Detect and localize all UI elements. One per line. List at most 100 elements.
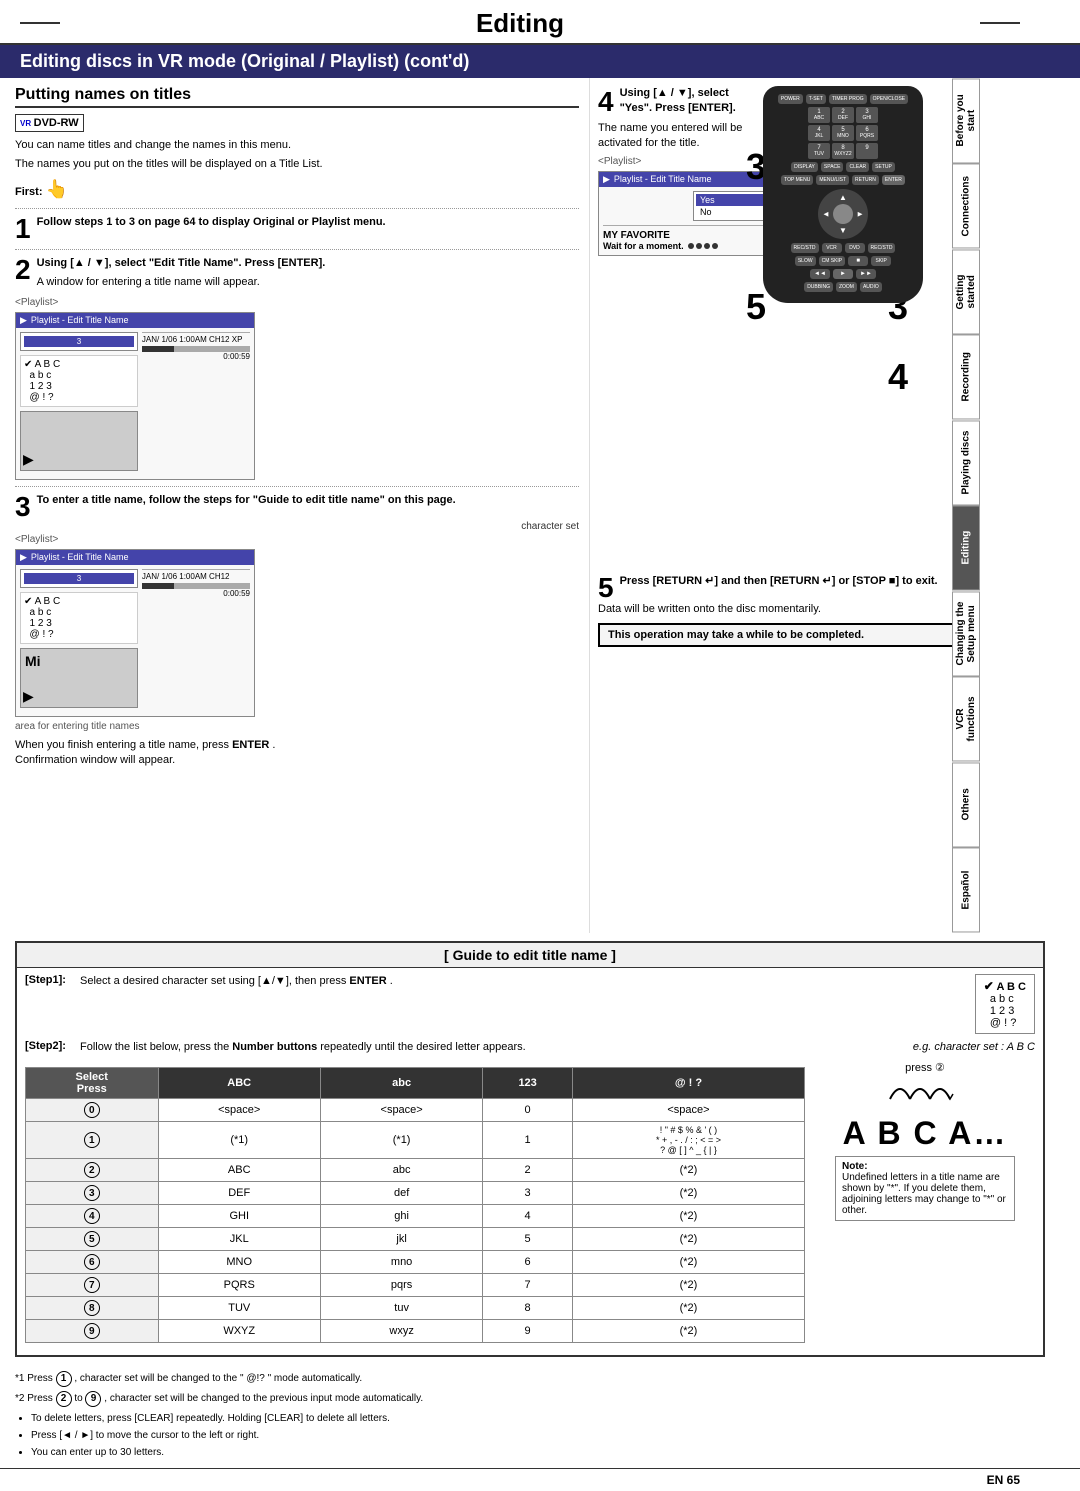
btn-2[interactable]: 2DEF [832, 107, 854, 123]
ff-btn[interactable]: ►► [856, 269, 876, 279]
cm-skip-btn[interactable]: CM SKIP [819, 256, 846, 266]
table-row: 0 <space> <space> 0 <space> [26, 1099, 805, 1122]
rew-btn[interactable]: ◄◄ [810, 269, 830, 279]
right-col: 4 Using [▲ / ▼], select "Yes". Press [EN… [590, 78, 980, 933]
sidebar-tab-espanol[interactable]: Español [952, 847, 980, 932]
note-box: Note: Undefined letters in a title name … [835, 1156, 1015, 1221]
btn-1[interactable]: 1ABC [808, 107, 830, 123]
slow-btn[interactable]: SLOW [795, 256, 816, 266]
nav-up[interactable]: ▲ [839, 193, 847, 202]
sidebar-tab-connections[interactable]: Connections [952, 163, 980, 248]
sidebar-tab-recording[interactable]: Recording [952, 334, 980, 419]
guide-box: [ Guide to edit title name ] [Step1]: Se… [15, 941, 1045, 1357]
timer-prog-btn[interactable]: TIMER PROG [829, 94, 867, 104]
return-btn[interactable]: RETURN [852, 175, 879, 185]
table-row: 3 DEF def 3 (*2) [26, 1182, 805, 1205]
display-btn[interactable]: DISPLAY [791, 162, 818, 172]
table-row: 5 JKL jkl 5 (*2) [26, 1228, 805, 1251]
open-close-btn[interactable]: OPEN/CLOSE [870, 94, 909, 104]
bullet1: To delete letters, press [CLEAR] repeate… [31, 1411, 1065, 1426]
top-menu-btn[interactable]: TOP MENU [781, 175, 813, 185]
step3-screenshot: ▶ Playlist - Edit Title Name 3 ✔ A B C a… [15, 549, 255, 717]
step1-block: 1 Follow steps 1 to 3 on page 64 to disp… [15, 215, 579, 230]
note1: *1 Press 1 , character set will be chang… [15, 1371, 1065, 1387]
note2-circle-to: 9 [85, 1391, 101, 1407]
play-btn[interactable]: ► [833, 269, 853, 279]
char-table: SelectPress ABC abc 123 @ ! ? 0 [25, 1067, 805, 1343]
step4-section: 4 Using [▲ / ▼], select "Yes". Press [EN… [598, 86, 758, 260]
step3-playlist-label: <Playlist> [15, 534, 579, 545]
step2-block: 2 Using [▲ / ▼], select "Edit Title Name… [15, 256, 579, 480]
dvd-btn[interactable]: DVD [845, 243, 865, 253]
zoom-btn[interactable]: ZOOM [836, 282, 857, 292]
area-label: area for entering title names [15, 721, 579, 732]
space-btn[interactable]: SPACE [821, 162, 844, 172]
skip-btn[interactable]: SKIP [871, 256, 891, 266]
btn-8[interactable]: 8WXYZ2 [832, 143, 854, 159]
sidebar-tab-editing[interactable]: Editing [952, 505, 980, 590]
note2: *2 Press 2 to 9 , character set will be … [15, 1391, 1065, 1407]
step5-instruction: Press [RETURN ↵] and then [RETURN ↵] or … [598, 574, 975, 589]
sidebar-tab-vcr[interactable]: VCR functions [952, 676, 980, 761]
step2-charset-display: ✔ A B C a b c 1 2 3 @ ! ? [20, 355, 138, 407]
step2-number: 2 [15, 256, 31, 284]
step2-num-display: 3 [20, 332, 138, 351]
btn-6[interactable]: 6PQRS [856, 125, 878, 141]
sidebar-tab-getting-started[interactable]: Getting started [952, 249, 980, 334]
t-set-btn[interactable]: T-SET [806, 94, 826, 104]
page-title: Editing [476, 8, 564, 38]
step4-screenshot-title: Playlist - Edit Title Name [614, 174, 712, 184]
btn-3[interactable]: 3GHI [856, 107, 878, 123]
step-4-overlay: 4 [888, 356, 908, 398]
guide-step2-label: [Step2]: [25, 1040, 80, 1052]
step3-screenshot-title: Playlist - Edit Title Name [31, 552, 129, 562]
nav-down[interactable]: ▼ [839, 226, 847, 235]
bottom-notes: *1 Press 1 , character set will be chang… [0, 1365, 1080, 1468]
page-title-bar: Editing [0, 0, 1080, 45]
guide-step1: [Step1]: Select a desired character set … [25, 974, 1035, 1034]
step5-number: 5 [598, 574, 614, 602]
left-col: Putting names on titles VR DVD-RW You ca… [0, 78, 590, 933]
divider2 [15, 249, 579, 250]
btn-9[interactable]: 9 [856, 143, 878, 159]
audio-btn[interactable]: AUDIO [860, 282, 882, 292]
clear-btn[interactable]: CLEAR [846, 162, 869, 172]
nav-pad: ▲ ▼ ◄ ► [818, 189, 868, 239]
eg-label: e.g. character set : A B C [913, 1040, 1035, 1055]
far-right-sidebar: Before you start Connections Getting sta… [952, 78, 980, 933]
subtitle-text: Editing discs in VR mode (Original / Pla… [20, 51, 469, 71]
nav-left[interactable]: ◄ [822, 210, 830, 219]
enter-btn[interactable]: ENTER [882, 175, 905, 185]
menu-list-btn[interactable]: MENU/LIST [816, 175, 849, 185]
step3-preview: Mi ▶ [20, 648, 138, 708]
rec-std2-btn[interactable]: REC/STD [868, 243, 896, 253]
sidebar-tab-playing-discs[interactable]: Playing discs [952, 420, 980, 505]
btn-4[interactable]: 4JKL [808, 125, 830, 141]
step3-charset-display: ✔ A B C a b c 1 2 3 @ ! ? [20, 592, 138, 644]
vcr-btn[interactable]: VCR [822, 243, 842, 253]
setup-btn[interactable]: SETUP [872, 162, 895, 172]
rec-std-btn[interactable]: REC/STD [791, 243, 819, 253]
guide-step1-desc: Select a desired character set using [▲/… [80, 974, 963, 989]
sidebar-tab-before-you-start[interactable]: Before you start [952, 78, 980, 163]
hand-icon: 👆 [46, 179, 68, 199]
sidebar-tab-changing-setup[interactable]: Changing the Setup menu [952, 591, 980, 676]
number-grid: 1ABC 2DEF 3GHI 4JKL 5MNO 6PQRS 7TUV 8WXY… [808, 107, 878, 159]
progress-dots [688, 243, 718, 249]
dubbing-btn[interactable]: DUBBING [804, 282, 833, 292]
subtitle-bar: Editing discs in VR mode (Original / Pla… [0, 45, 1080, 78]
btn-7[interactable]: 7TUV [808, 143, 830, 159]
sidebar-tab-others[interactable]: Others [952, 762, 980, 847]
nav-right[interactable]: ► [856, 210, 864, 219]
step3-block: 3 To enter a title name, follow the step… [15, 493, 579, 732]
divider1 [15, 208, 579, 209]
power-btn[interactable]: POWER [778, 94, 803, 104]
btn-5[interactable]: 5MNO [832, 125, 854, 141]
yes-no-box: Yes No [693, 191, 773, 221]
divider3 [15, 486, 579, 487]
note2-circle-from: 2 [56, 1391, 72, 1407]
stop-btn[interactable]: ■ [848, 256, 868, 266]
step4-playlist-label: <Playlist> [598, 156, 758, 167]
step2-instruction: Using [▲ / ▼], select "Edit Title Name".… [15, 256, 579, 271]
abc-area: press ② A B C A… Note: [815, 1061, 1035, 1349]
